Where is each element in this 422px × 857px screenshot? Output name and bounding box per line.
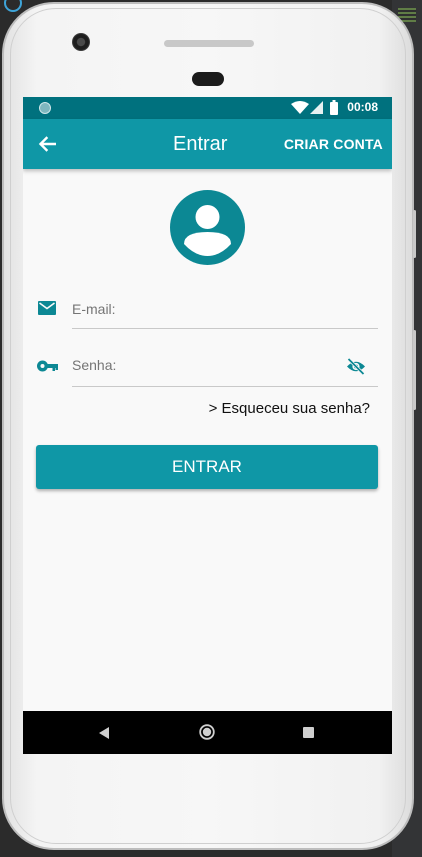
- app-screen: 00:08 Entrar CRIAR CONTA E-mail: > Esque…: [23, 97, 392, 754]
- email-input[interactable]: [72, 300, 372, 318]
- signal-icon: [310, 101, 323, 114]
- email-underline: [72, 328, 378, 329]
- power-button: [413, 330, 416, 410]
- earpiece-speaker: [164, 40, 254, 47]
- recents-nav-icon[interactable]: [303, 727, 314, 738]
- arrow-left-icon[interactable]: [38, 136, 56, 152]
- home-nav-icon[interactable]: [199, 724, 215, 740]
- account-circle-icon: [184, 205, 231, 256]
- create-account-button[interactable]: CRIAR CONTA: [284, 136, 383, 152]
- volume-button: [413, 210, 416, 258]
- password-input[interactable]: [72, 356, 332, 374]
- avatar: [170, 190, 245, 265]
- app-toolbar: Entrar CRIAR CONTA: [23, 119, 392, 169]
- status-time: 00:08: [347, 100, 378, 114]
- eye-off-icon[interactable]: [346, 358, 366, 375]
- email-icon: [38, 301, 56, 315]
- proximity-sensor: [192, 72, 224, 86]
- notification-icon: [39, 102, 51, 114]
- status-bar: 00:08: [23, 97, 392, 119]
- page-title: Entrar: [173, 133, 228, 155]
- wifi-icon: [291, 101, 309, 114]
- front-camera: [72, 33, 90, 51]
- background-search-icon: [4, 0, 22, 12]
- login-button[interactable]: ENTRAR: [36, 445, 378, 489]
- login-button-label: ENTRAR: [172, 457, 242, 476]
- forgot-password-link[interactable]: > Esqueceu sua senha?: [209, 400, 370, 417]
- navigation-bar: [23, 711, 392, 754]
- key-icon: [37, 360, 58, 372]
- password-underline: [72, 386, 378, 387]
- battery-icon: [330, 100, 338, 115]
- back-nav-icon[interactable]: [99, 727, 110, 739]
